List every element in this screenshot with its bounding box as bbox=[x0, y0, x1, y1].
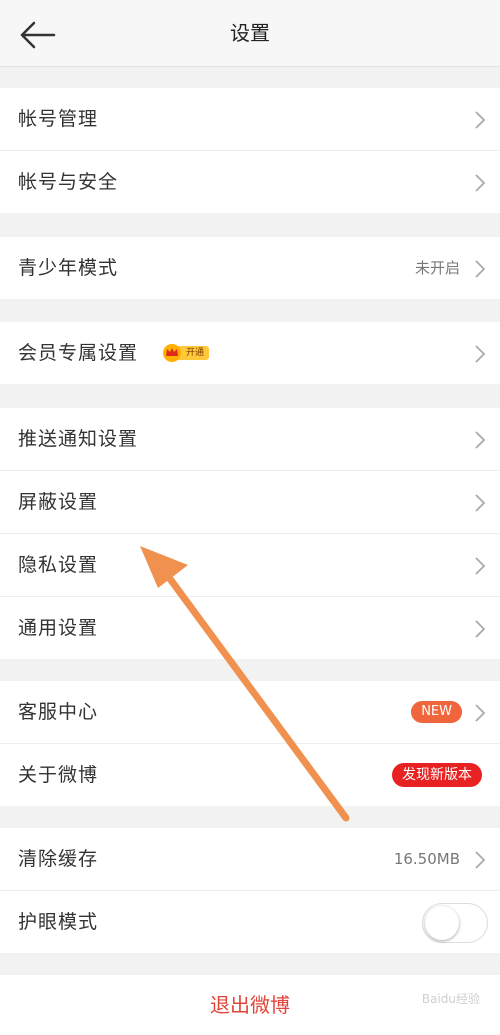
support-group: 客服中心 NEW 关于微博 发现新版本 bbox=[0, 681, 500, 806]
account-manage-row[interactable]: 帐号管理 bbox=[0, 88, 500, 151]
eye-mode-row: 护眼模式 bbox=[0, 891, 500, 953]
chevron-right-icon bbox=[475, 704, 486, 722]
chevron-right-icon bbox=[475, 431, 486, 449]
account-security-label: 帐号与安全 bbox=[18, 171, 119, 193]
vip-settings-row[interactable]: 会员专属设置 开通 bbox=[0, 322, 500, 384]
eye-mode-label: 护眼模式 bbox=[18, 911, 99, 933]
account-manage-label: 帐号管理 bbox=[18, 108, 99, 130]
chevron-right-icon bbox=[475, 557, 486, 575]
chevron-right-icon bbox=[475, 260, 486, 278]
general-settings-label: 通用设置 bbox=[18, 617, 99, 639]
chevron-right-icon bbox=[475, 111, 486, 129]
eye-mode-toggle[interactable] bbox=[422, 903, 488, 943]
account-security-row[interactable]: 帐号与安全 bbox=[0, 151, 500, 213]
cache-size-value: 16.50MB bbox=[393, 850, 460, 868]
clear-cache-label: 清除缓存 bbox=[18, 848, 99, 870]
customer-service-row[interactable]: 客服中心 NEW bbox=[0, 681, 500, 744]
youth-mode-row[interactable]: 青少年模式 未开启 bbox=[0, 237, 500, 299]
vip-crown-badge: 开通 bbox=[162, 343, 210, 363]
block-settings-label: 屏蔽设置 bbox=[18, 491, 99, 513]
privacy-settings-row[interactable]: 隐私设置 bbox=[0, 534, 500, 597]
chevron-right-icon bbox=[475, 345, 486, 363]
page-title: 设置 bbox=[230, 21, 270, 45]
toggle-knob bbox=[425, 906, 459, 940]
watermark-text: Baidu经验 bbox=[421, 992, 480, 1006]
clear-cache-row[interactable]: 清除缓存 16.50MB bbox=[0, 828, 500, 891]
general-settings-row[interactable]: 通用设置 bbox=[0, 597, 500, 659]
chevron-right-icon bbox=[475, 494, 486, 512]
customer-service-label: 客服中心 bbox=[18, 701, 99, 723]
new-badge: NEW bbox=[411, 701, 462, 723]
vip-badge-text: 开通 bbox=[185, 348, 204, 358]
vip-settings-label: 会员专属设置 bbox=[18, 342, 139, 364]
block-settings-row[interactable]: 屏蔽设置 bbox=[0, 471, 500, 534]
about-weibo-label: 关于微博 bbox=[18, 764, 99, 786]
push-settings-label: 推送通知设置 bbox=[18, 428, 139, 450]
about-weibo-row[interactable]: 关于微博 发现新版本 bbox=[0, 744, 500, 806]
storage-group: 清除缓存 16.50MB 护眼模式 bbox=[0, 828, 500, 953]
vip-group: 会员专属设置 开通 bbox=[0, 322, 500, 384]
chevron-right-icon bbox=[475, 851, 486, 869]
new-version-badge: 发现新版本 bbox=[392, 763, 482, 787]
youth-mode-label: 青少年模式 bbox=[18, 257, 119, 279]
push-settings-row[interactable]: 推送通知设置 bbox=[0, 408, 500, 471]
chevron-right-icon bbox=[475, 620, 486, 638]
account-group: 帐号管理 帐号与安全 bbox=[0, 88, 500, 213]
chevron-right-icon bbox=[475, 174, 486, 192]
youth-group: 青少年模式 未开启 bbox=[0, 237, 500, 299]
youth-mode-status: 未开启 bbox=[414, 259, 460, 277]
privacy-settings-label: 隐私设置 bbox=[18, 554, 99, 576]
top-bar: 设置 bbox=[0, 0, 500, 67]
settings-group: 推送通知设置 屏蔽设置 隐私设置 通用设置 bbox=[0, 408, 500, 659]
